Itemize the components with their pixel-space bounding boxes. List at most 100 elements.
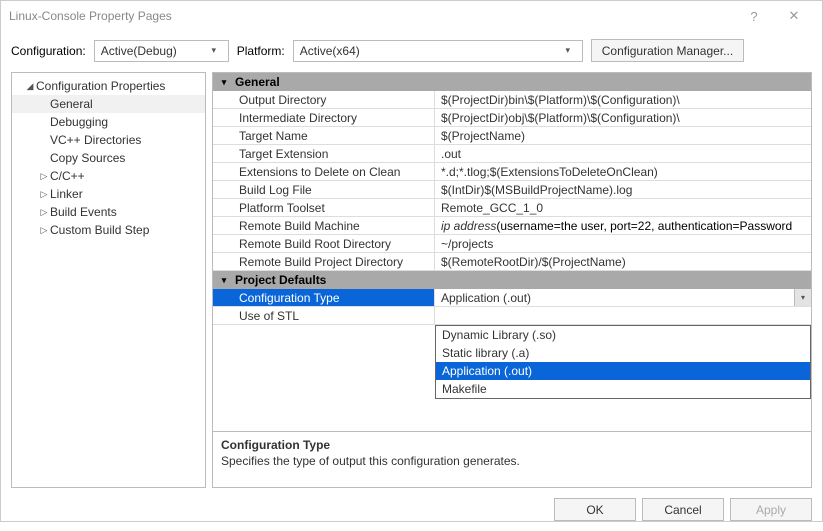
property-value[interactable]: $(ProjectDir)bin\$(Platform)\$(Configura… (435, 91, 811, 108)
tree-item[interactable]: ▷Linker (12, 185, 205, 203)
window-title: Linux-Console Property Pages (9, 9, 734, 23)
configuration-dropdown[interactable]: Active(Debug) ▾ (94, 40, 229, 62)
property-name: Remote Build Root Directory (213, 235, 435, 252)
property-value[interactable]: .out (435, 145, 811, 162)
section-general-label: General (235, 75, 280, 89)
property-row[interactable]: Output Directory$(ProjectDir)bin\$(Platf… (213, 91, 811, 109)
configuration-manager-label: Configuration Manager... (602, 44, 733, 58)
cancel-button[interactable]: Cancel (642, 498, 724, 521)
tree-item[interactable]: VC++ Directories (12, 131, 205, 149)
property-value[interactable]: ip address (username=the user, port=22, … (435, 217, 811, 234)
nav-tree[interactable]: ◢ Configuration Properties General Debugg… (11, 72, 206, 488)
tree-item-label: Linker (50, 187, 83, 201)
tree-item-label: VC++ Directories (50, 133, 141, 147)
property-value[interactable]: $(ProjectName) (435, 127, 811, 144)
tree-item-label: General (50, 97, 93, 111)
expand-icon: ▷ (38, 225, 50, 236)
property-name: Remote Build Project Directory (213, 253, 435, 270)
ok-button[interactable]: OK (554, 498, 636, 521)
property-name: Configuration Type (213, 289, 435, 306)
property-row[interactable]: Remote Build Project Directory$(RemoteRo… (213, 253, 811, 271)
collapse-icon: ▾ (213, 275, 235, 286)
property-row[interactable]: Configuration TypeApplication (.out)▾ (213, 289, 811, 307)
tree-item-label: Build Events (50, 205, 117, 219)
tree-item[interactable]: ▷Build Events (12, 203, 205, 221)
configuration-value: Active(Debug) (101, 44, 206, 58)
dropdown-list[interactable]: Dynamic Library (.so)Static library (.a)… (435, 325, 811, 399)
property-value[interactable]: $(RemoteRootDir)/$(ProjectName) (435, 253, 811, 270)
tree-item[interactable]: ▷Custom Build Step (12, 221, 205, 239)
chevron-down-icon: ▾ (206, 45, 222, 56)
dropdown-option[interactable]: Application (.out) (436, 362, 810, 380)
property-row[interactable]: Use of STL (213, 307, 811, 325)
description-pane: Configuration Type Specifies the type of… (212, 432, 812, 488)
dropdown-option[interactable]: Dynamic Library (.so) (436, 326, 810, 344)
property-value[interactable]: Remote_GCC_1_0 (435, 199, 811, 216)
tree-item-label: Copy Sources (50, 151, 125, 165)
tree-item[interactable]: General (12, 95, 205, 113)
cancel-label: Cancel (664, 503, 701, 517)
property-value[interactable]: $(IntDir)$(MSBuildProjectName).log (435, 181, 811, 198)
property-value[interactable]: *.d;*.tlog;$(ExtensionsToDeleteOnClean) (435, 163, 811, 180)
collapse-icon: ◢ (24, 81, 36, 92)
platform-value: Active(x64) (300, 44, 560, 58)
property-name: Extensions to Delete on Clean (213, 163, 435, 180)
property-name: Target Extension (213, 145, 435, 162)
ip-placeholder: ip address (441, 219, 496, 233)
property-row[interactable]: Intermediate Directory$(ProjectDir)obj\$… (213, 109, 811, 127)
description-title: Configuration Type (221, 438, 803, 452)
property-name: Platform Toolset (213, 199, 435, 216)
section-defaults-label: Project Defaults (235, 273, 326, 287)
tree-item-label: C/C++ (50, 169, 85, 183)
configuration-label: Configuration: (11, 44, 86, 58)
property-name: Use of STL (213, 307, 435, 324)
property-row[interactable]: Target Extension.out (213, 145, 811, 163)
property-row[interactable]: Remote Build Root Directory~/projects (213, 235, 811, 253)
property-name: Remote Build Machine (213, 217, 435, 234)
chevron-down-icon: ▾ (560, 45, 576, 56)
dialog-footer: OK Cancel Apply (1, 488, 822, 531)
expand-icon: ▷ (38, 171, 50, 182)
property-row[interactable]: Platform ToolsetRemote_GCC_1_0 (213, 199, 811, 217)
tree-root[interactable]: ◢ Configuration Properties (12, 77, 205, 95)
property-name: Target Name (213, 127, 435, 144)
property-row[interactable]: Remote Build Machine ip address (usernam… (213, 217, 811, 235)
tree-root-label: Configuration Properties (36, 79, 165, 93)
property-value[interactable] (435, 307, 811, 324)
description-body: Specifies the type of output this config… (221, 454, 803, 468)
expand-icon: ▷ (38, 207, 50, 218)
apply-button[interactable]: Apply (730, 498, 812, 521)
ok-label: OK (586, 503, 603, 517)
connection-details: (username=the user, port=22, authenticat… (496, 219, 792, 233)
property-value[interactable]: $(ProjectDir)obj\$(Platform)\$(Configura… (435, 109, 811, 126)
property-value[interactable]: Application (.out)▾ (435, 289, 811, 306)
property-name: Build Log File (213, 181, 435, 198)
dropdown-option[interactable]: Static library (.a) (436, 344, 810, 362)
property-row[interactable]: Build Log File$(IntDir)$(MSBuildProjectN… (213, 181, 811, 199)
tree-item[interactable]: Copy Sources (12, 149, 205, 167)
main-area: ◢ Configuration Properties General Debugg… (1, 72, 822, 488)
property-row[interactable]: Extensions to Delete on Clean*.d;*.tlog;… (213, 163, 811, 181)
section-defaults[interactable]: ▾ Project Defaults (213, 271, 811, 289)
dropdown-toggle-icon[interactable]: ▾ (794, 289, 811, 306)
apply-label: Apply (756, 503, 786, 517)
collapse-icon: ▾ (213, 77, 235, 88)
help-button[interactable]: ? (734, 2, 774, 30)
property-row[interactable]: Target Name$(ProjectName) (213, 127, 811, 145)
dropdown-option[interactable]: Makefile (436, 380, 810, 398)
tree-item-label: Debugging (50, 115, 108, 129)
property-panel: ▾ General Output Directory$(ProjectDir)b… (212, 72, 812, 488)
titlebar: Linux-Console Property Pages ? ✕ (1, 1, 822, 31)
property-grid[interactable]: ▾ General Output Directory$(ProjectDir)b… (212, 72, 812, 432)
platform-dropdown[interactable]: Active(x64) ▾ (293, 40, 583, 62)
tree-item-label: Custom Build Step (50, 223, 149, 237)
tree-item[interactable]: Debugging (12, 113, 205, 131)
tree-item[interactable]: ▷C/C++ (12, 167, 205, 185)
configuration-manager-button[interactable]: Configuration Manager... (591, 39, 744, 62)
close-button[interactable]: ✕ (774, 2, 814, 30)
property-value[interactable]: ~/projects (435, 235, 811, 252)
expand-icon: ▷ (38, 189, 50, 200)
property-name: Output Directory (213, 91, 435, 108)
section-general[interactable]: ▾ General (213, 73, 811, 91)
property-name: Intermediate Directory (213, 109, 435, 126)
